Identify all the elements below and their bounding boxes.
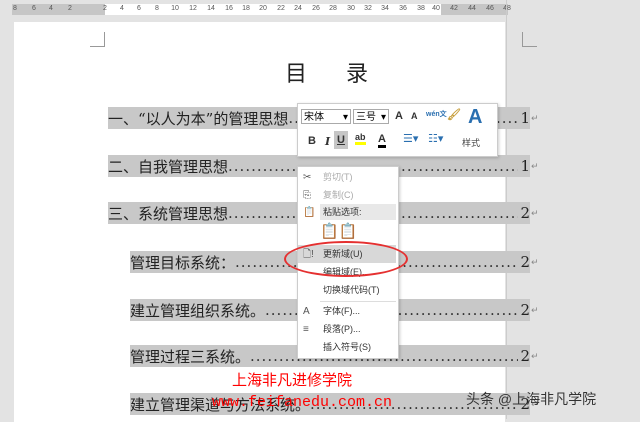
context-menu-item[interactable]: ⎘ 复制(C) — [298, 187, 398, 204]
font-size-select[interactable]: 三号 ▾ — [353, 109, 389, 124]
context-menu-item[interactable]: ≡ 段落(P)... — [298, 321, 398, 338]
ruler-tick: 14 — [207, 5, 215, 12]
watermark-credit: 头条 @上海非凡学院 — [466, 391, 597, 407]
ruler-tick: 32 — [364, 5, 372, 12]
font-name-select[interactable]: 宋体 ▾ — [301, 109, 351, 124]
toc-title: 目 录 — [285, 62, 384, 87]
menu-item-label: 复制(C) — [323, 190, 354, 200]
format-painter-icon[interactable]: 🖌 — [447, 108, 461, 121]
toc-page-number: 2 — [520, 347, 530, 365]
ruler-tick: 4 — [120, 5, 124, 12]
highlight-button[interactable]: ab — [355, 132, 366, 145]
menu-item-label: 切换域代码(T) — [323, 285, 380, 295]
ruler-tick: 36 — [399, 5, 407, 12]
menu-item-label: 字体(F)... — [323, 306, 360, 316]
paragraph-mark: ↵ — [531, 351, 539, 361]
shrink-font-button[interactable]: A — [411, 111, 418, 121]
ruler-tick: 26 — [312, 5, 320, 12]
menu-item-label: 剪切(T) — [323, 172, 353, 182]
toc-page-number: 2 — [520, 301, 530, 319]
italic-button[interactable]: I — [325, 135, 330, 148]
ruler-tick: 12 — [189, 5, 197, 12]
highlight-annotation-oval — [284, 241, 408, 277]
paragraph-mark: ↵ — [531, 257, 539, 267]
paragraph-mark: ↵ — [531, 161, 539, 171]
paste-option-icons[interactable]: 📋📋 — [320, 222, 357, 240]
context-menu-item[interactable]: A 字体(F)... — [298, 303, 398, 320]
paragraph-mark: ↵ — [531, 305, 539, 315]
ruler-tick: 16 — [225, 5, 233, 12]
ruler-tick: 8 — [13, 5, 17, 12]
ruler-tick: 2 — [103, 5, 107, 12]
ruler-tick: 42 — [450, 5, 458, 12]
ruler-tick: 6 — [137, 5, 141, 12]
toc-page-number: 2 — [520, 253, 530, 271]
menu-item-label: 插入符号(S) — [323, 342, 371, 352]
ruler-tick: 6 — [32, 5, 36, 12]
toc-entry-text: 三、系统管理思想 — [108, 204, 229, 223]
menu-item-icon: A — [303, 306, 310, 317]
styles-icon[interactable]: A — [468, 106, 482, 129]
toc-entry-text: 管理目标系统： — [130, 253, 236, 272]
toc-entry-text: 二、自我管理思想 — [108, 157, 229, 176]
ruler-tick: 28 — [329, 5, 337, 12]
horizontal-ruler[interactable]: 8 6 4 2 2 4 6 8 10 12 14 16 18 20 22 24 26 28 30 32 34 36 38 40… — [12, 4, 511, 15]
context-menu-item[interactable]: ✂ 剪切(T) — [298, 169, 398, 186]
ruler-tick: 34 — [381, 5, 389, 12]
toc-page-number: 1 — [520, 157, 530, 175]
phonetic-guide-button[interactable]: wén文 — [426, 109, 447, 119]
ruler-tick: 44 — [468, 5, 476, 12]
numbering-icon[interactable]: ☷▾ — [428, 132, 443, 145]
ruler-tick: 40 — [432, 5, 440, 12]
menu-item-label: 段落(P)... — [323, 324, 361, 334]
ruler-tick: 48 — [503, 5, 511, 12]
bullets-icon[interactable]: ☰▾ — [403, 132, 418, 145]
toc-page-number: 1 — [520, 109, 530, 127]
menu-item-icon: ✂ — [303, 172, 312, 183]
grow-font-button[interactable]: A — [395, 110, 403, 122]
underline-button[interactable]: U — [334, 131, 348, 149]
toc-page-number: 2 — [520, 204, 530, 222]
menu-item-icon: ⎘ — [303, 190, 311, 201]
ruler-tick: 8 — [155, 5, 159, 12]
menu-item-label: 粘贴选项: — [323, 207, 362, 217]
paragraph-mark: ↵ — [531, 208, 539, 218]
toc-entry-text: 一、“以人为本”的管理思想 — [108, 109, 289, 128]
menu-item-icon: 📋 — [303, 207, 316, 218]
ruler-tick: 10 — [171, 5, 179, 12]
paragraph-mark: ↵ — [531, 113, 539, 123]
ruler-tick: 38 — [417, 5, 425, 12]
context-menu-item[interactable]: 📋 粘贴选项: — [298, 204, 398, 221]
ruler-tick: 46 — [486, 5, 494, 12]
menu-item-icon: ≡ — [303, 324, 309, 335]
context-menu-item[interactable]: 切换域代码(T) — [298, 282, 398, 299]
ruler-tick: 30 — [347, 5, 355, 12]
ruler-tick: 2 — [68, 5, 72, 12]
ruler-tick: 18 — [242, 5, 250, 12]
ruler-tick: 20 — [259, 5, 267, 12]
watermark-school: 上海非凡进修学院 — [232, 372, 353, 389]
mini-toolbar: 宋体 ▾ 三号 ▾ A A wén文 🖌 A 样式 B I U ab A ☰▾ ☷▾ — [297, 103, 498, 157]
styles-label[interactable]: 样式 — [462, 136, 480, 149]
bold-button[interactable]: B — [308, 135, 316, 147]
toc-entry-text: 管理过程三系统。 — [130, 347, 251, 366]
ruler-tick: 24 — [294, 5, 302, 12]
context-menu-item[interactable]: 插入符号(S) — [298, 339, 398, 356]
font-color-button[interactable]: A — [378, 133, 386, 148]
watermark-url: www.feifanedu.com.cn — [212, 394, 393, 411]
ruler-tick: 4 — [49, 5, 53, 12]
ruler-tick: 22 — [277, 5, 285, 12]
toc-entry-text: 建立管理组织系统。 — [130, 301, 266, 320]
